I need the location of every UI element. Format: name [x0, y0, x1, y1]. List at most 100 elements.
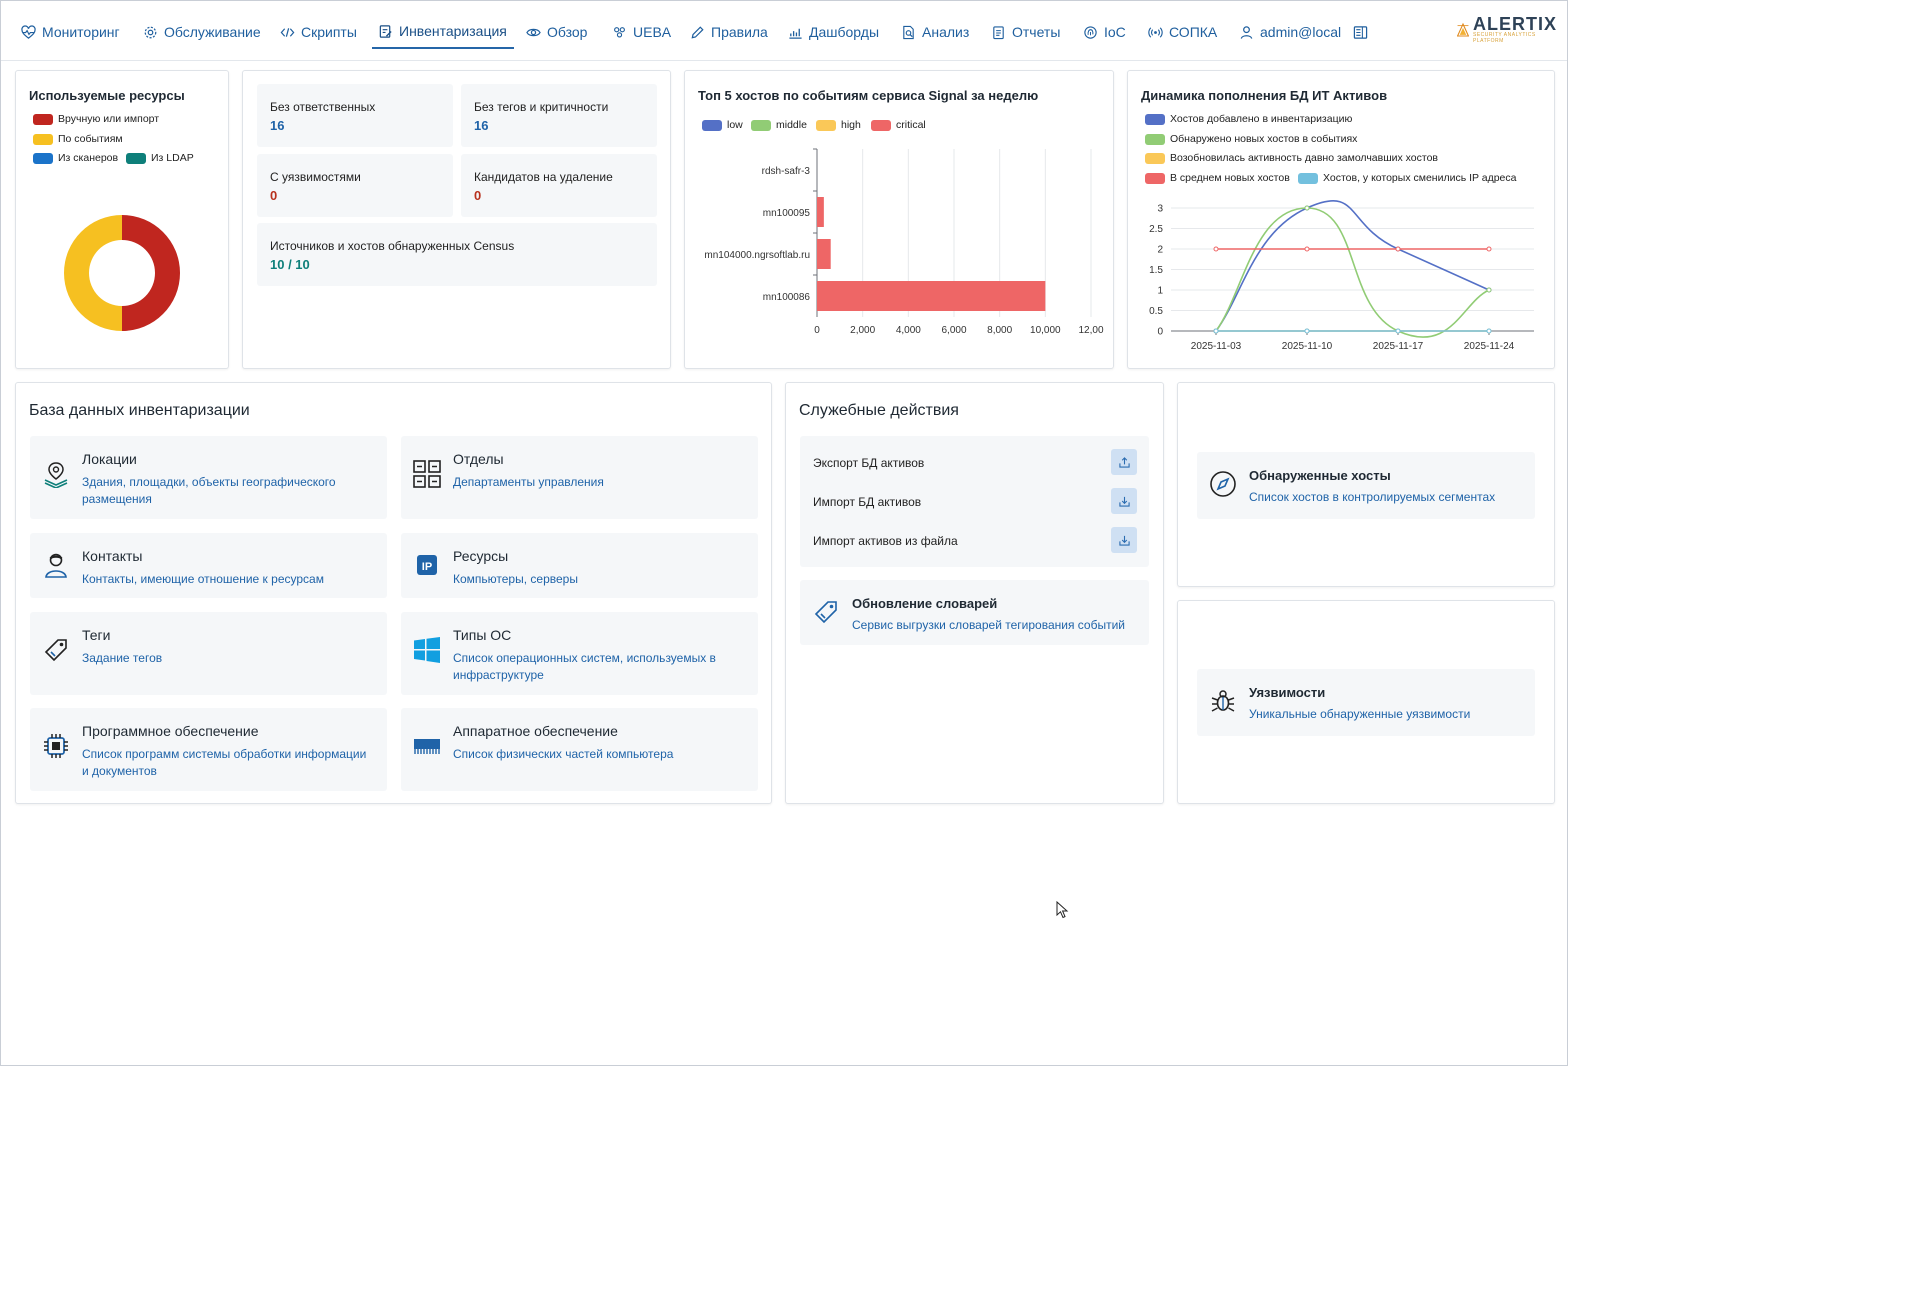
tile-title: Теги: [82, 627, 111, 643]
y-tick-label: 2: [1157, 245, 1163, 256]
legend-item[interactable]: Возобновилась активность давно замолчавш…: [1145, 152, 1438, 164]
export-db-button[interactable]: [1111, 449, 1137, 475]
stat-value: 16: [270, 118, 285, 133]
vulnerabilities-card: Уязвимости Уникальные обнаруженные уязви…: [1177, 600, 1555, 804]
x-tick-label: 10,000: [1030, 325, 1061, 336]
tile-description: Здания, площадки, объекты географическог…: [82, 475, 336, 506]
growth-line-chart: 0 0.5 1 1.5 2 2.5 3 2025-11-03 2025-11-10 2025-11…: [1149, 200, 1534, 352]
x-tick-label: 4,000: [896, 325, 921, 336]
nav-analysis[interactable]: Анализ: [901, 15, 969, 49]
dictionary-update-tile[interactable]: Обновление словарей Сервис выгрузки слов…: [800, 580, 1149, 645]
stat-no-tags[interactable]: Без тегов и критичности 16: [461, 84, 657, 147]
windows-icon: [414, 637, 440, 663]
legend-label: Хостов, у которых сменились IP адреса: [1323, 172, 1517, 184]
legend-swatch: [1145, 152, 1165, 164]
resources-donut-chart: [64, 215, 180, 331]
nav-user-menu[interactable]: admin@local: [1239, 15, 1341, 49]
stat-value: 10 / 10: [270, 257, 310, 272]
stat-label: Кандидатов на удаление: [474, 170, 613, 184]
logo-text: ALERTIX: [1472, 14, 1557, 34]
nav-label: Обзор: [547, 24, 588, 40]
legend-item[interactable]: Хостов добавлено в инвентаризацию: [1145, 113, 1352, 125]
legend-swatch: [871, 119, 891, 131]
legend-item[interactable]: Вручную или импорт: [33, 113, 159, 125]
nav-overview[interactable]: Обзор: [526, 15, 587, 49]
nav-label: Дашборды: [809, 24, 879, 40]
resources-title: Используемые ресурсы: [29, 88, 185, 103]
feature-title: Уязвимости: [1249, 685, 1326, 700]
y-tick-label: mn100095: [763, 208, 811, 219]
legend-label: Обнаружено новых хостов в событиях: [1170, 133, 1358, 145]
import-file-button[interactable]: [1111, 527, 1137, 553]
legend-label: В среднем новых хостов: [1170, 172, 1290, 184]
nav-label: UEBA: [633, 24, 672, 40]
legend-label: Из сканеров: [58, 152, 119, 164]
tile-hardware[interactable]: Аппаратное обеспечение Список физических…: [401, 708, 758, 791]
vulnerabilities-tile[interactable]: Уязвимости Уникальные обнаруженные уязви…: [1197, 669, 1535, 736]
discovered-hosts-tile[interactable]: Обнаруженные хосты Список хостов в контр…: [1197, 452, 1535, 519]
mouse-cursor-icon: [1056, 901, 1069, 919]
tile-description: Список программ системы обработки информ…: [82, 747, 367, 778]
action-label: Экспорт БД активов: [813, 456, 925, 470]
y-tick-label: 0: [1157, 327, 1163, 338]
import-db-button[interactable]: [1111, 488, 1137, 514]
growth-title: Динамика пополнения БД ИТ Активов: [1141, 88, 1388, 103]
nav-ueba[interactable]: UEBA: [612, 15, 671, 49]
nav-scripts[interactable]: Скрипты: [280, 15, 357, 49]
tile-departments[interactable]: Отделы Департаменты управления: [401, 436, 758, 519]
legend-item[interactable]: Из сканеров: [33, 152, 118, 164]
tile-locations[interactable]: Локации Здания, площадки, объекты геогра…: [30, 436, 387, 519]
tile-description: Контакты, имеющие отношение к ресурсам: [82, 572, 324, 586]
top-hosts-card: Топ 5 хостов по событиям сервиса Signal …: [684, 70, 1114, 369]
stat-label: С уязвимостями: [270, 170, 361, 184]
x-tick-label: 8,000: [987, 325, 1012, 336]
download-icon: [1118, 496, 1130, 507]
legend-swatch: [126, 152, 146, 164]
code-icon: [280, 27, 295, 37]
legend-item[interactable]: high: [816, 119, 861, 131]
nav-dashboards[interactable]: Дашборды: [788, 15, 879, 49]
legend-item[interactable]: critical: [871, 119, 926, 131]
tile-resources[interactable]: IP Ресурсы Компьютеры, серверы: [401, 533, 758, 598]
fingerprint-icon: [1084, 25, 1097, 39]
legend-item[interactable]: В среднем новых хостов: [1145, 172, 1290, 184]
legend-swatch: [1145, 133, 1165, 145]
donut-slice: [64, 215, 122, 331]
tile-contacts[interactable]: Контакты Контакты, имеющие отношение к р…: [30, 533, 387, 598]
stat-no-owner[interactable]: Без ответственных 16: [257, 84, 453, 147]
panel-toggle-button[interactable]: [1353, 15, 1368, 49]
legend-item[interactable]: middle: [751, 119, 807, 131]
stat-vulnerable[interactable]: С уязвимостями 0: [257, 154, 453, 217]
discovered-hosts-card: Обнаруженные хосты Список хостов в контр…: [1177, 382, 1555, 587]
alertix-logo: ALERTIX SECURITY ANALYTICS PLATFORM: [1457, 14, 1557, 44]
nav-maintenance[interactable]: Обслуживание: [143, 15, 261, 49]
tile-tags[interactable]: Теги Задание тегов: [30, 612, 387, 695]
legend-swatch: [33, 152, 53, 164]
data-point: [1213, 246, 1219, 252]
nav-monitoring[interactable]: Мониторинг: [21, 15, 120, 49]
chart-icon: [789, 28, 802, 39]
legend-item[interactable]: Из LDAP: [126, 152, 194, 164]
legend-item[interactable]: low: [702, 119, 743, 131]
legend-item[interactable]: По событиям: [33, 133, 123, 145]
tile-software[interactable]: Программное обеспечение Список программ …: [30, 708, 387, 791]
nav-label: Инвентаризация: [399, 23, 507, 39]
legend-item[interactable]: Хостов, у которых сменились IP адреса: [1298, 172, 1516, 184]
legend-item[interactable]: Обнаружено новых хостов в событиях: [1145, 133, 1357, 145]
y-tick-label: 0.5: [1149, 306, 1163, 317]
nav-label: СОПКА: [1169, 24, 1218, 40]
data-point: [1486, 287, 1492, 293]
tile-description: Департаменты управления: [453, 475, 604, 489]
nav-rules[interactable]: Правила: [690, 15, 768, 49]
tile-os-types[interactable]: Типы ОС Список операционных систем, испо…: [401, 612, 758, 695]
nav-reports[interactable]: Отчеты: [991, 15, 1060, 49]
nav-sopka[interactable]: СОПКА: [1148, 15, 1217, 49]
pencil-icon: [691, 25, 704, 38]
stat-delete-candidates[interactable]: Кандидатов на удаление 0: [461, 154, 657, 217]
legend-label: Из LDAP: [151, 152, 194, 164]
nav-ioc[interactable]: IoC: [1083, 15, 1126, 49]
nav-inventory[interactable]: Инвентаризация: [372, 15, 514, 49]
growth-card: Динамика пополнения БД ИТ Активов Хостов…: [1127, 70, 1555, 369]
legend-label: low: [727, 119, 743, 131]
stat-census[interactable]: Источников и хостов обнаруженных Census …: [257, 223, 657, 286]
